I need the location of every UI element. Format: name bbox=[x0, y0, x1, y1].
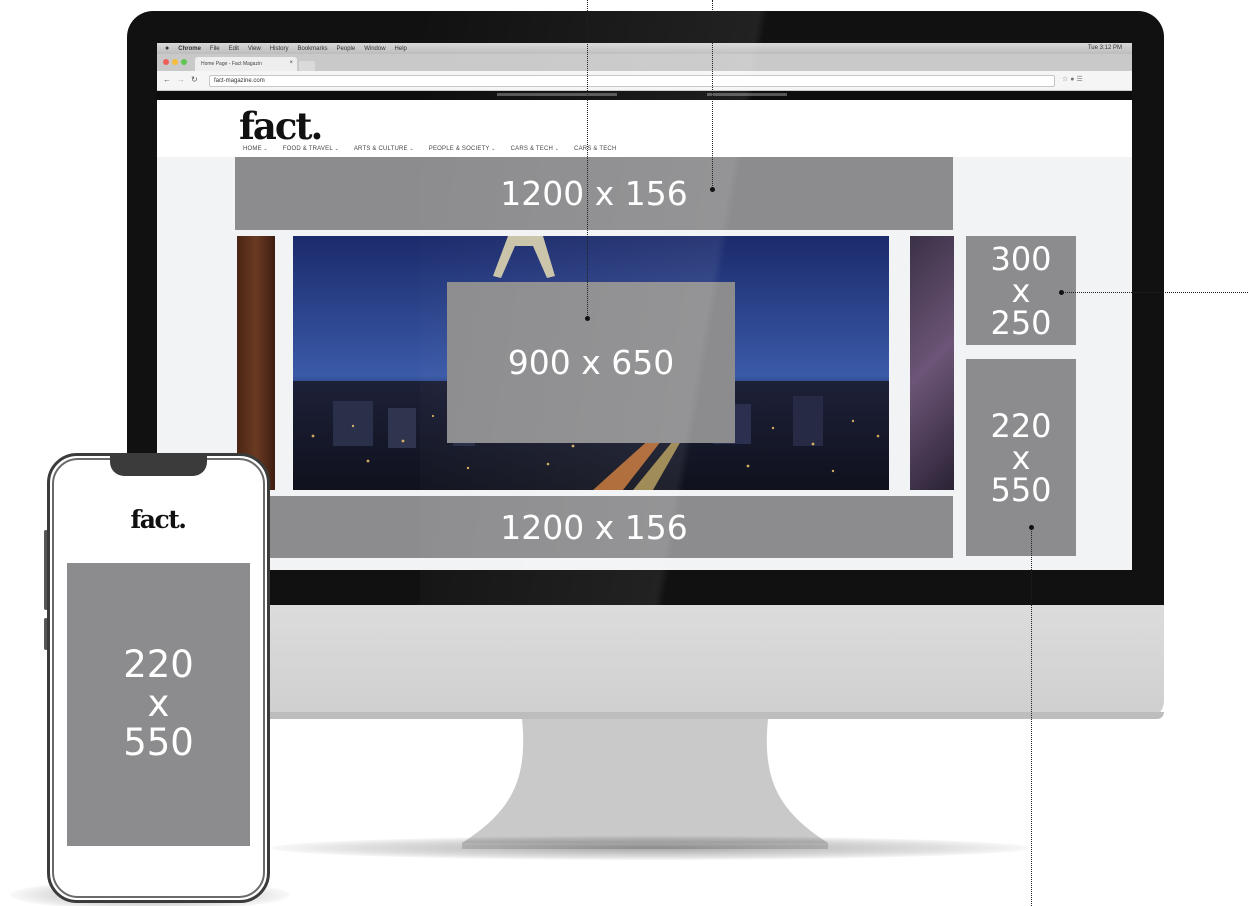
site-header: fact. HOME FOOD & TRAVEL ARTS & CULTURE … bbox=[157, 100, 1132, 157]
site-navigation: HOME FOOD & TRAVEL ARTS & CULTURE PEOPLE… bbox=[243, 146, 616, 152]
browser-toolbar: ← → ↻ fact-magazine.com ☆●☰ bbox=[157, 71, 1132, 91]
tab-close-icon[interactable]: × bbox=[289, 60, 293, 66]
mac-menu-bar: ● Chrome File Edit View History Bookmark… bbox=[157, 43, 1132, 54]
ad-size-label: 900 x 650 bbox=[507, 343, 675, 382]
callout-line-hero bbox=[587, 0, 588, 319]
monitor-chin-edge bbox=[127, 712, 1164, 719]
menu-clock: Tue 3:12 PM bbox=[1087, 45, 1122, 51]
ad-size-label: 1200 x 156 bbox=[500, 174, 688, 213]
callout-line-top-banner bbox=[712, 0, 713, 190]
site-top-strip bbox=[157, 91, 1132, 100]
mobile-site-logo[interactable]: fact. bbox=[118, 505, 198, 534]
extensions-icons[interactable]: ☆●☰ bbox=[1062, 75, 1085, 83]
ad-mobile-skyscraper[interactable]: 220 x 550 bbox=[67, 563, 250, 846]
menu-item-window[interactable]: Window bbox=[364, 46, 385, 52]
callout-dot-skyscraper bbox=[1029, 525, 1034, 530]
callout-dot-hero bbox=[585, 316, 590, 321]
reload-icon[interactable]: ↻ bbox=[191, 75, 198, 84]
carousel-prev-slide[interactable] bbox=[237, 236, 275, 490]
callout-line-medium-rectangle bbox=[1063, 292, 1248, 293]
minimize-window-icon[interactable] bbox=[172, 59, 178, 65]
nav-people-society[interactable]: PEOPLE & SOCIETY bbox=[429, 146, 496, 152]
monitor-chin bbox=[127, 605, 1164, 719]
nav-cars-tech-2[interactable]: CARS & TECH bbox=[574, 146, 616, 152]
zoom-window-icon[interactable] bbox=[181, 59, 187, 65]
menu-item-bookmarks[interactable]: Bookmarks bbox=[298, 46, 328, 52]
ad-size-label: 220 x 550 bbox=[123, 643, 194, 764]
ad-leaderboard-top[interactable]: 1200 x 156 bbox=[235, 157, 953, 230]
new-tab-button[interactable] bbox=[299, 61, 315, 71]
nav-food-travel[interactable]: FOOD & TRAVEL bbox=[283, 146, 339, 152]
browser-tab-strip: Home Page - Fact Magazin × bbox=[157, 54, 1132, 71]
menu-item-help[interactable]: Help bbox=[395, 46, 407, 52]
phone-notch bbox=[110, 456, 207, 476]
monitor-stand bbox=[462, 719, 828, 849]
ad-leaderboard-bottom[interactable]: 1200 x 156 bbox=[235, 496, 953, 558]
address-bar[interactable]: fact-magazine.com bbox=[209, 75, 1055, 87]
menu-item-chrome[interactable]: Chrome bbox=[178, 46, 201, 52]
browser-tab[interactable]: Home Page - Fact Magazin × bbox=[195, 57, 297, 71]
ad-sidebar-skyscraper[interactable]: 220 x 550 bbox=[966, 359, 1076, 556]
nav-home[interactable]: HOME bbox=[243, 146, 268, 152]
callout-dot-top-banner bbox=[710, 187, 715, 192]
ad-size-label: 1200 x 156 bbox=[500, 507, 688, 547]
close-window-icon[interactable] bbox=[163, 59, 169, 65]
ad-size-label: 220 x 550 bbox=[990, 406, 1052, 509]
ad-hero-rectangle[interactable]: 900 x 650 bbox=[447, 282, 735, 443]
menu-item-edit[interactable]: Edit bbox=[229, 46, 239, 52]
url-text: fact-magazine.com bbox=[214, 78, 265, 84]
menu-item-people[interactable]: People bbox=[337, 46, 356, 52]
apple-icon[interactable]: ● bbox=[165, 45, 169, 52]
menu-item-history[interactable]: History bbox=[270, 46, 289, 52]
callout-dot-medium-rectangle bbox=[1059, 290, 1064, 295]
stand-shadow bbox=[270, 836, 1030, 860]
tab-title: Home Page - Fact Magazin bbox=[201, 61, 262, 67]
carousel-next-slide[interactable] bbox=[910, 236, 954, 490]
site-logo[interactable]: fact. bbox=[239, 104, 323, 148]
callout-line-skyscraper bbox=[1031, 528, 1032, 906]
nav-arts-culture[interactable]: ARTS & CULTURE bbox=[354, 146, 414, 152]
ad-size-label: 300 x 250 bbox=[990, 239, 1052, 342]
forward-arrow-icon[interactable]: → bbox=[177, 75, 185, 84]
monitor-screen: ● Chrome File Edit View History Bookmark… bbox=[157, 43, 1132, 570]
nav-cars-tech[interactable]: CARS & TECH bbox=[511, 146, 559, 152]
menu-item-view[interactable]: View bbox=[248, 46, 261, 52]
back-arrow-icon[interactable]: ← bbox=[163, 75, 171, 84]
menu-item-file[interactable]: File bbox=[210, 46, 220, 52]
